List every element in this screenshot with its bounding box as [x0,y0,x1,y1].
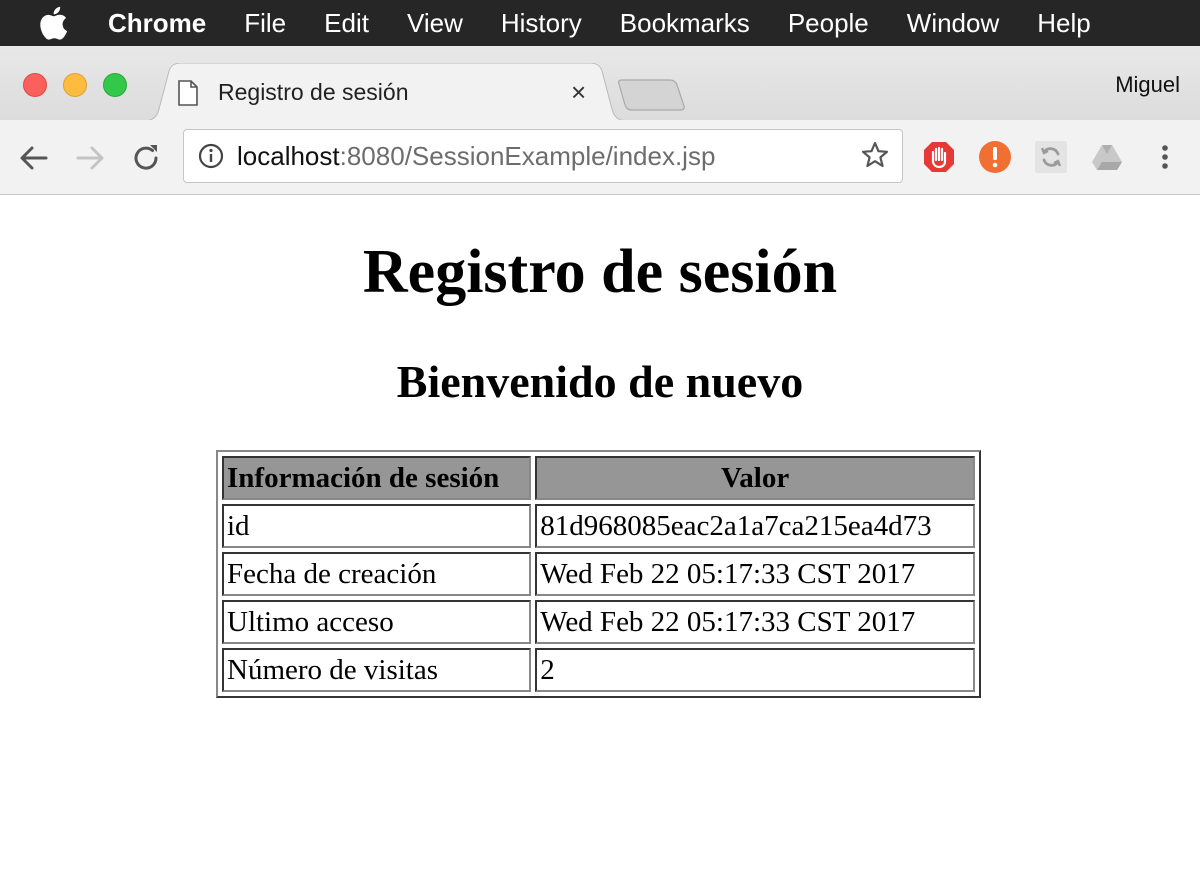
table-row: Ultimo acceso Wed Feb 22 05:17:33 CST 20… [222,600,975,644]
star-icon[interactable] [860,140,890,170]
new-tab-button[interactable] [618,76,688,117]
menu-history[interactable]: History [501,0,582,46]
menu-app-chrome[interactable]: Chrome [108,0,206,46]
profile-name[interactable]: Miguel [1115,72,1180,98]
url-host: localhost [237,141,340,171]
row-label: Ultimo acceso [222,600,532,644]
page-content: Registro de sesión Bienvenido de nuevo I… [0,195,1200,894]
table-row: id 81d968085eac2a1a7ca215ea4d73 [222,504,975,548]
tab-title: Registro de sesión [218,79,409,105]
row-value: Wed Feb 22 05:17:33 CST 2017 [535,600,975,644]
sync-icon[interactable] [1034,140,1068,174]
page-subtitle: Bienvenido de nuevo [396,356,804,407]
window-minimize-button[interactable] [63,73,87,97]
window-maximize-button[interactable] [103,73,127,97]
reload-icon[interactable] [128,140,164,176]
header-value: Valor [535,456,975,500]
menu-help[interactable]: Help [1037,0,1090,46]
table-header-row: Información de sesión Valor [222,456,975,500]
row-value: 81d968085eac2a1a7ca215ea4d73 [535,504,975,548]
stop-hand-icon[interactable] [922,140,956,174]
address-bar[interactable]: localhost:8080/SessionExample/index.jsp [183,129,903,183]
row-label: id [222,504,532,548]
menu-view[interactable]: View [407,0,463,46]
menu-people[interactable]: People [788,0,869,46]
table-row: Número de visitas 2 [222,648,975,692]
session-table: Información de sesión Valor id 81d968085… [216,450,981,698]
forward-icon[interactable] [72,140,108,176]
menu-bookmarks[interactable]: Bookmarks [620,0,750,46]
info-icon[interactable] [198,143,224,169]
row-value: Wed Feb 22 05:17:33 CST 2017 [535,552,975,596]
tab-strip: Registro de sesión × Miguel [0,46,1200,121]
row-label: Número de visitas [222,648,532,692]
close-icon[interactable]: × [571,77,586,108]
browser-toolbar: localhost:8080/SessionExample/index.jsp [0,120,1200,195]
tab-active[interactable]: Registro de sesión × [143,63,628,121]
menu-window[interactable]: Window [907,0,999,46]
page-title: Registro de sesión [362,238,838,306]
table-row: Fecha de creación Wed Feb 22 05:17:33 CS… [222,552,975,596]
menu-edit[interactable]: Edit [324,0,369,46]
row-label: Fecha de creación [222,552,532,596]
window-close-button[interactable] [23,73,47,97]
header-session-info: Información de sesión [222,456,532,500]
more-icon[interactable] [1148,140,1182,174]
url-text[interactable]: localhost:8080/SessionExample/index.jsp [237,141,715,172]
macos-menu-bar: Chrome File Edit View History Bookmarks … [0,0,1200,46]
apple-icon[interactable] [0,0,108,46]
page-icon [178,80,198,106]
back-icon[interactable] [16,140,52,176]
alert-icon[interactable] [978,140,1012,174]
url-path: :8080/SessionExample/index.jsp [339,141,716,171]
drive-icon[interactable] [1090,140,1124,174]
menu-file[interactable]: File [244,0,286,46]
row-value: 2 [535,648,975,692]
